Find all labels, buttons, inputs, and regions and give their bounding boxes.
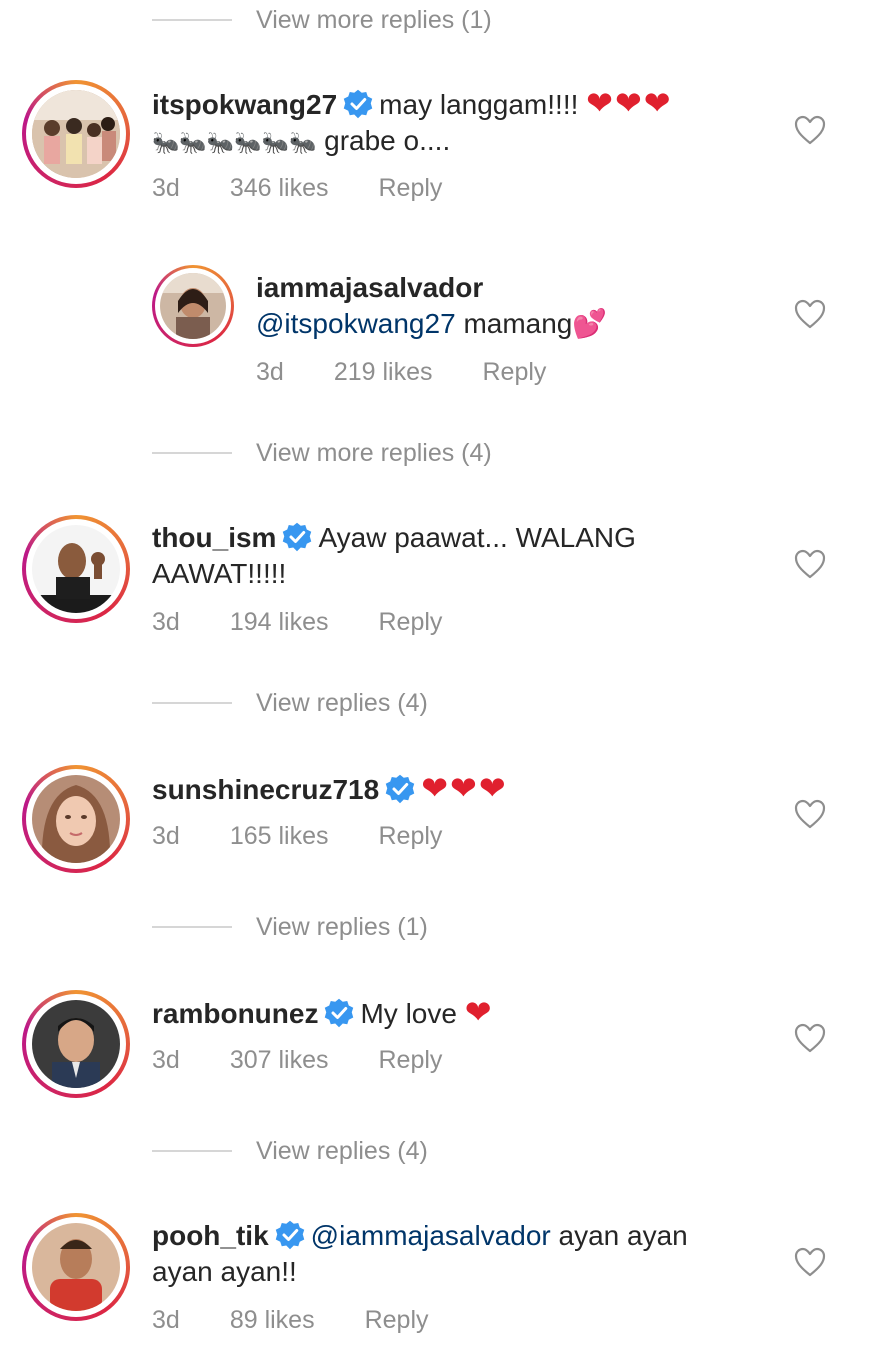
timestamp: 3d xyxy=(152,822,180,850)
comment-body: Ayaw paawat... WALANG xyxy=(318,522,636,553)
mention-link[interactable]: @iammajasalvador xyxy=(311,1220,551,1251)
comment-body-line2: AAWAT!!!!! xyxy=(152,558,287,589)
comment-meta: 3d 219 likes Reply xyxy=(256,358,596,387)
likes-count[interactable]: 89 likes xyxy=(230,1306,315,1335)
comment-body: My love xyxy=(360,998,457,1029)
timestamp: 3d xyxy=(256,358,284,386)
view-replies-label: View more replies (1) xyxy=(256,5,492,34)
like-heart-icon[interactable] xyxy=(794,299,826,329)
like-heart-icon[interactable] xyxy=(794,1247,826,1277)
verified-badge-icon xyxy=(282,522,312,552)
comment-text: rambonunez My love ❤ xyxy=(152,994,494,1032)
comment-body-line2: ayan ayan!! xyxy=(152,1256,297,1287)
view-replies-label: View replies (4) xyxy=(256,688,428,717)
comment-text: thou_ism Ayaw paawat... WALANG AAWAT!!!!! xyxy=(152,520,636,592)
username[interactable]: thou_ism xyxy=(152,522,276,553)
view-replies-link[interactable]: View replies (4) xyxy=(152,683,428,723)
comment-meta: 3d 89 likes Reply xyxy=(152,1306,479,1335)
view-replies-link[interactable]: View replies (1) xyxy=(152,907,428,947)
reply-button[interactable]: Reply xyxy=(378,1046,442,1075)
like-heart-icon[interactable] xyxy=(794,549,826,579)
comment-meta: 3d 165 likes Reply xyxy=(152,822,492,851)
thread-line xyxy=(152,1150,232,1152)
timestamp: 3d xyxy=(152,1306,180,1334)
heart-emoji: ❤❤❤ xyxy=(421,770,508,806)
avatar[interactable] xyxy=(22,1213,130,1321)
view-replies-label: View more replies (4) xyxy=(256,438,492,467)
likes-count[interactable]: 219 likes xyxy=(334,358,433,387)
verified-badge-icon xyxy=(385,774,415,804)
thread-line xyxy=(152,19,232,21)
view-more-replies-link[interactable]: View more replies (4) xyxy=(152,433,492,473)
heart-emoji: ❤ xyxy=(464,994,494,1030)
comment-meta: 3d 346 likes Reply xyxy=(152,174,492,203)
like-heart-icon[interactable] xyxy=(794,115,826,145)
comment-body: mamang xyxy=(463,308,573,339)
likes-count[interactable]: 194 likes xyxy=(230,608,329,637)
reply-button[interactable]: Reply xyxy=(378,822,442,851)
username[interactable]: iammajasalvador xyxy=(256,272,483,303)
comment-text: pooh_tik @iammajasalvador ayan ayan ayan … xyxy=(152,1218,688,1290)
thread-line xyxy=(152,926,232,928)
username[interactable]: itspokwang27 xyxy=(152,89,337,120)
username[interactable]: pooh_tik xyxy=(152,1220,269,1251)
avatar[interactable] xyxy=(22,990,130,1098)
verified-badge-icon xyxy=(324,998,354,1028)
comment-body: ayan ayan xyxy=(558,1220,688,1251)
verified-badge-icon xyxy=(343,89,373,119)
heart-emoji: ❤❤❤ xyxy=(586,85,673,121)
view-replies-label: View replies (1) xyxy=(256,912,428,941)
avatar[interactable] xyxy=(152,265,234,347)
view-replies-link[interactable]: View replies (4) xyxy=(152,1131,428,1171)
likes-count[interactable]: 346 likes xyxy=(230,174,329,203)
reply-button[interactable]: Reply xyxy=(378,174,442,203)
like-heart-icon[interactable] xyxy=(794,1023,826,1053)
two-hearts-emoji: 💕 xyxy=(572,308,608,339)
view-more-replies-link[interactable]: View more replies (1) xyxy=(152,0,492,40)
timestamp: 3d xyxy=(152,608,180,636)
ant-emoji: 🐜🐜🐜🐜🐜🐜 xyxy=(152,130,317,155)
avatar[interactable] xyxy=(22,515,130,623)
thread-line xyxy=(152,452,232,454)
likes-count[interactable]: 165 likes xyxy=(230,822,329,851)
likes-count[interactable]: 307 likes xyxy=(230,1046,329,1075)
username[interactable]: sunshinecruz718 xyxy=(152,774,379,805)
comment-body-line2: grabe o.... xyxy=(324,125,451,156)
comment-text: sunshinecruz718 ❤❤❤ xyxy=(152,770,508,808)
like-heart-icon[interactable] xyxy=(794,799,826,829)
reply-button[interactable]: Reply xyxy=(482,358,546,387)
comment-meta: 3d 194 likes Reply xyxy=(152,608,492,637)
username[interactable]: rambonunez xyxy=(152,998,318,1029)
mention-link[interactable]: @itspokwang27 xyxy=(256,308,456,339)
reply-button[interactable]: Reply xyxy=(378,608,442,637)
verified-badge-icon xyxy=(275,1220,305,1250)
comment-text: itspokwang27 may langgam!!!! ❤❤❤ 🐜🐜🐜🐜🐜🐜 g… xyxy=(152,85,673,161)
avatar[interactable] xyxy=(22,80,130,188)
comment-body: may langgam!!!! xyxy=(379,89,579,120)
avatar[interactable] xyxy=(22,765,130,873)
view-replies-label: View replies (4) xyxy=(256,1136,428,1165)
timestamp: 3d xyxy=(152,174,180,202)
reply-button[interactable]: Reply xyxy=(365,1306,429,1335)
timestamp: 3d xyxy=(152,1046,180,1074)
thread-line xyxy=(152,702,232,704)
comment-text: iammajasalvador @itspokwang27 mamang💕 xyxy=(256,270,607,342)
comment-meta: 3d 307 likes Reply xyxy=(152,1046,492,1075)
